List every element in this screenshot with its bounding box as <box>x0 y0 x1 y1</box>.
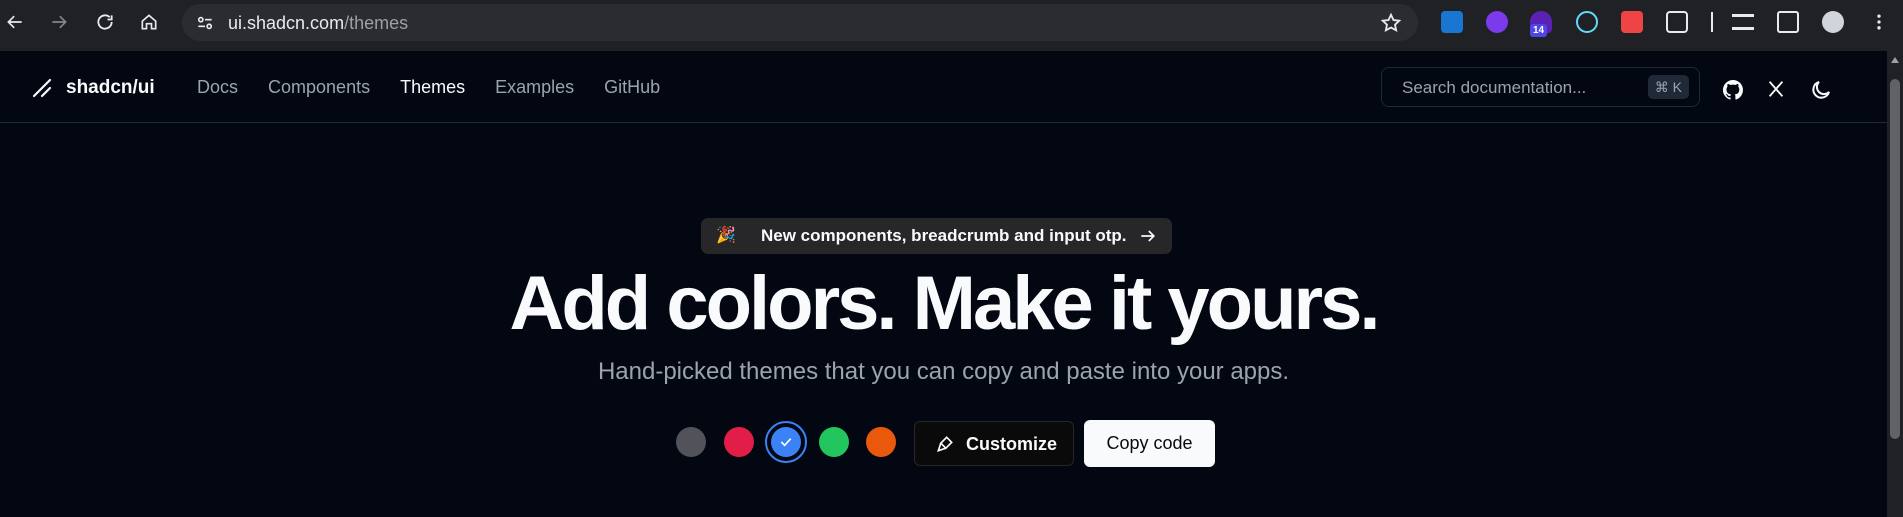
at-extension-icon[interactable] <box>1486 11 1508 33</box>
arrow-right-icon <box>52 15 67 29</box>
windows-extension-icon[interactable] <box>1441 11 1463 33</box>
swatch-orange[interactable] <box>866 427 896 457</box>
nav-docs[interactable]: Docs <box>197 77 238 98</box>
customize-label: Customize <box>966 434 1058 454</box>
nav-github[interactable]: GitHub <box>604 77 660 98</box>
react-devtools-icon[interactable] <box>1576 11 1598 33</box>
home-button[interactable] <box>136 9 162 35</box>
url-host: ui.shadcn.com <box>228 13 345 33</box>
x-twitter-icon[interactable] <box>1765 78 1789 102</box>
back-button[interactable] <box>2 9 28 35</box>
announcement-banner[interactable]: 🎉 New components, breadcrumb and input o… <box>701 218 1172 254</box>
announcement-text: New components, breadcrumb and input otp… <box>761 226 1127 245</box>
search-placeholder: Search documentation... <box>1402 78 1587 97</box>
url-text[interactable]: ui.shadcn.com/themes <box>228 13 408 34</box>
bookmark-star-icon[interactable] <box>1380 12 1402 34</box>
reload-button[interactable] <box>92 9 118 35</box>
github-icon[interactable] <box>1721 78 1745 102</box>
search-shortcut-badge: ⌘ K <box>1647 75 1689 99</box>
main-nav: Docs Components Themes Examples GitHub <box>197 77 690 98</box>
search-input[interactable]: Search documentation... ⌘ K <box>1381 67 1700 107</box>
reload-icon <box>97 14 113 30</box>
party-popper-icon: 🎉 <box>716 227 736 244</box>
profile-avatar[interactable] <box>1822 11 1844 33</box>
red-extension-icon[interactable] <box>1621 11 1643 33</box>
scrollbar-thumb[interactable] <box>1890 79 1900 439</box>
arrow-right-icon <box>1141 230 1156 242</box>
page-subtitle: Hand-picked themes that you can copy and… <box>597 358 1290 385</box>
copy-code-button[interactable]: Copy code <box>1084 420 1215 467</box>
scroll-up-icon[interactable] <box>1891 57 1899 63</box>
brand-logo[interactable]: shadcn/ui <box>30 76 155 100</box>
url-path: /themes <box>344 13 409 33</box>
address-bar[interactable]: ui.shadcn.com/themes <box>182 4 1418 41</box>
swatch-zinc[interactable] <box>676 427 706 457</box>
site-header: shadcn/ui Docs Components Themes Example… <box>0 51 1887 123</box>
extension-badge: 14 <box>1530 24 1548 37</box>
more-vertical-icon <box>1877 14 1881 30</box>
nav-themes[interactable]: Themes <box>400 77 465 98</box>
swatch-rose[interactable] <box>724 427 754 457</box>
extensions-puzzle-icon[interactable] <box>1666 11 1688 33</box>
shadcn-logo-icon <box>32 78 52 98</box>
site-settings-icon[interactable] <box>194 12 216 34</box>
paintbrush-icon <box>937 436 953 452</box>
swatch-green[interactable] <box>819 427 849 457</box>
home-icon <box>141 14 157 30</box>
swatch-blue-fill <box>771 427 801 457</box>
browser-toolbar: ui.shadcn.com/themes 14 <box>0 0 1903 51</box>
page-title: Add colors. Make it yours. <box>509 261 1381 346</box>
swatch-blue[interactable] <box>765 421 807 463</box>
nav-components[interactable]: Components <box>268 77 370 98</box>
check-icon <box>780 438 792 447</box>
toolbar-divider <box>1711 12 1713 32</box>
brand-name: shadcn/ui <box>66 77 155 98</box>
media-controls-icon[interactable] <box>1732 14 1754 30</box>
page-scrollbar[interactable] <box>1887 51 1903 517</box>
arrow-left-icon <box>7 15 22 29</box>
theme-toggle-moon-icon[interactable] <box>1809 78 1833 102</box>
chrome-menu-button[interactable] <box>1866 9 1892 35</box>
forward-button[interactable] <box>46 9 72 35</box>
nav-examples[interactable]: Examples <box>495 77 574 98</box>
customize-button[interactable]: Customize <box>914 421 1074 466</box>
side-panel-icon[interactable] <box>1777 11 1799 33</box>
